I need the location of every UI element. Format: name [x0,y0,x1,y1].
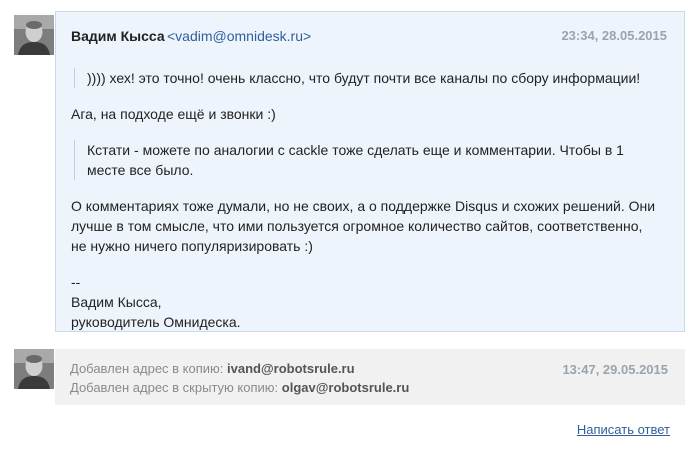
quote-text: )))) хех! это точно! очень классно, что … [87,70,641,86]
signature-dashes: -- [71,274,81,290]
quote-block: )))) хех! это точно! очень классно, что … [74,68,676,88]
signature-title: руководитель Омнидеска. [71,314,241,330]
body-line: не нужно ничего популяризировать :) [71,238,313,254]
message-body: )))) хех! это точно! очень классно, что … [71,68,676,332]
bcc-address: olgav@robotsrule.ru [281,380,410,395]
cc-added-line: Добавлен адрес в копию: ivand@robotsrule… [70,361,355,376]
bcc-added-line: Добавлен адрес в скрытую копию: olgav@ro… [70,380,409,395]
message-header: Вадим Кысса <vadim@omnidesk.ru> 23:34, 2… [56,12,684,58]
event-avatar[interactable] [14,349,54,389]
cc-label: Добавлен адрес в копию: [70,361,224,376]
bcc-label: Добавлен адрес в скрытую копию: [70,380,279,395]
reply-link[interactable]: Написать ответ [577,422,670,437]
body-line: О комментариях тоже думали, но не своих,… [71,198,656,214]
quote-block: Кстати - можете по аналогии с cackle тож… [74,140,676,180]
avatar-photo-icon [14,349,54,389]
quote-text-line: месте все было. [87,162,194,178]
event-card: Добавлен адрес в копию: ivand@robotsrule… [55,349,685,405]
cc-address: ivand@robotsrule.ru [227,361,355,376]
author-email[interactable]: <vadim@omnidesk.ru> [167,28,311,44]
body-paragraph: О комментариях тоже думали, но не своих,… [71,196,676,256]
author-name: Вадим Кысса [71,28,165,44]
body-line: лучше в том смысле, что ими пользуется о… [71,218,643,234]
event-timestamp: 13:47, 29.05.2015 [562,362,668,377]
body-paragraph: Ага, на подходе ещё и звонки :) [71,106,276,122]
signature: -- Вадим Кысса, руководитель Омнидеска. [71,272,676,332]
avatar-photo-icon [14,15,54,55]
message-timestamp: 23:34, 28.05.2015 [561,28,667,43]
quote-text-line: Кстати - можете по аналогии с cackle тож… [87,142,624,158]
signature-name: Вадим Кысса, [71,294,162,310]
message-card: Вадим Кысса <vadim@omnidesk.ru> 23:34, 2… [55,11,685,332]
author-avatar[interactable] [14,15,54,55]
